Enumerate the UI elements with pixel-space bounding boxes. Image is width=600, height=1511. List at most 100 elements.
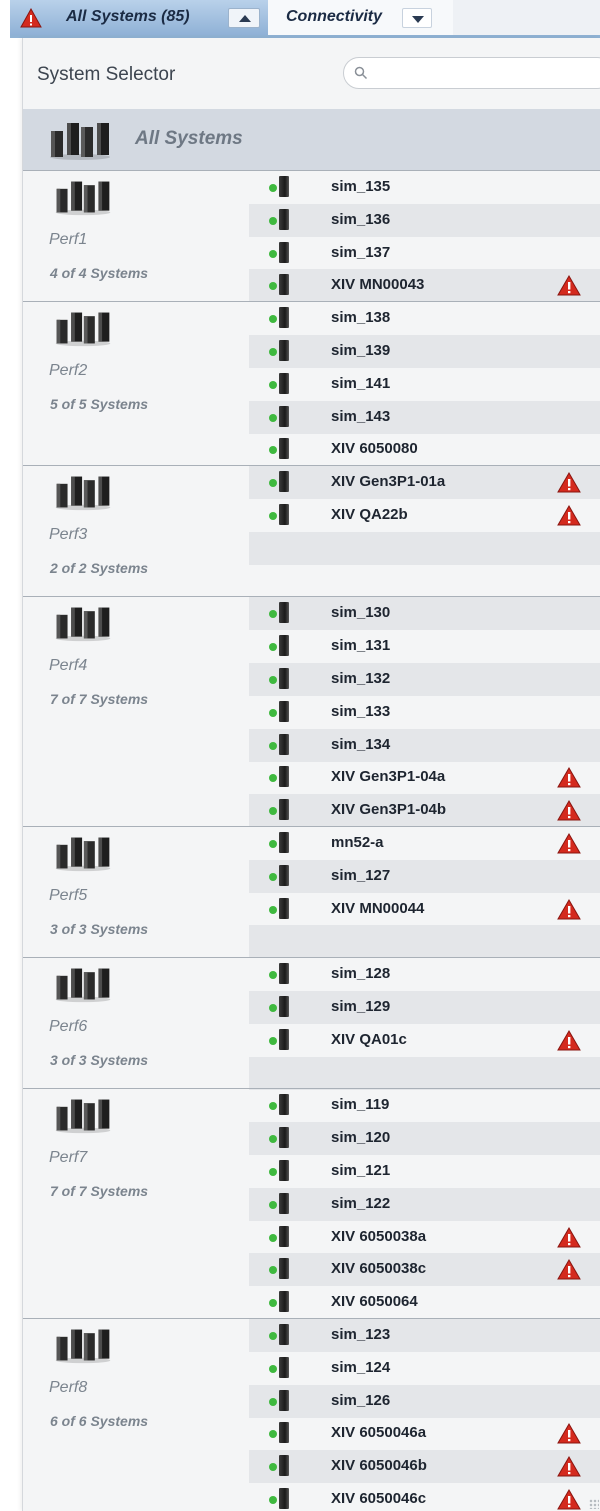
system-row[interactable]: XIV MN00044: [249, 893, 600, 926]
system-row[interactable]: XIV Gen3P1-04a: [249, 761, 600, 794]
system-row[interactable]: sim_138: [249, 302, 600, 335]
system-row[interactable]: sim_139: [249, 334, 600, 368]
system-name: sim_132: [331, 669, 391, 687]
search-input[interactable]: [343, 57, 600, 89]
system-name: mn52-a: [331, 833, 384, 851]
all-systems-row[interactable]: All Systems: [23, 109, 600, 170]
system-name: XIV 6050064: [331, 1293, 418, 1311]
system-row[interactable]: XIV 6050038a: [249, 1221, 600, 1254]
system-row[interactable]: sim_128: [249, 958, 600, 991]
server-cluster-icon: [53, 603, 113, 648]
system-row[interactable]: sim_141: [249, 368, 600, 401]
system-group[interactable]: Perf8 6 of 6 Systems sim_123 sim_124 sim_126…: [23, 1317, 600, 1511]
system-name: sim_143: [331, 407, 391, 425]
system-row[interactable]: sim_129: [249, 990, 600, 1024]
warning-icon: [557, 800, 581, 826]
search-icon: [354, 66, 368, 80]
system-row[interactable]: sim_133: [249, 696, 600, 729]
warning-icon: [557, 898, 581, 925]
system-group[interactable]: Perf1 4 of 4 Systems sim_135 sim_136 sim_137…: [23, 170, 600, 303]
system-group[interactable]: Perf2 5 of 5 Systems sim_138 sim_139 sim_141…: [23, 301, 600, 465]
system-row[interactable]: XIV 6050080: [249, 433, 600, 466]
status-online-icon: [269, 347, 277, 356]
warning-icon: [557, 275, 581, 301]
storage-system-icon: [279, 831, 289, 853]
status-online-icon: [269, 971, 277, 980]
system-row[interactable]: sim_119: [249, 1089, 600, 1122]
group-name: Perf7: [49, 1149, 88, 1167]
status-online-icon: [269, 1167, 277, 1176]
status-online-icon: [269, 1430, 277, 1439]
system-group[interactable]: Perf4 7 of 7 Systems sim_130 sim_131 sim_132…: [23, 596, 600, 828]
system-row[interactable]: XIV 6050046a: [249, 1417, 600, 1450]
system-row[interactable]: XIV 6050046c: [249, 1483, 600, 1511]
status-online-icon: [269, 1266, 277, 1275]
storage-system-icon: [279, 1127, 289, 1149]
system-row[interactable]: sim_132: [249, 662, 600, 696]
system-row[interactable]: sim_123: [249, 1318, 600, 1352]
system-group[interactable]: Perf6 3 of 3 Systems sim_128 sim_129 XIV QA0…: [23, 957, 600, 1090]
system-name: sim_138: [331, 309, 391, 327]
empty-row: [249, 531, 600, 565]
system-row[interactable]: XIV Gen3P1-01a: [249, 466, 600, 500]
system-row[interactable]: sim_127: [249, 859, 600, 893]
tab-connectivity[interactable]: Connectivity: [268, 0, 453, 35]
storage-system-icon: [279, 241, 289, 263]
system-group[interactable]: Perf7 7 of 7 Systems sim_119 sim_120 sim_121…: [23, 1088, 600, 1318]
server-cluster-icon: [53, 964, 113, 1009]
resize-grip-icon[interactable]: [589, 1499, 599, 1509]
system-row[interactable]: sim_143: [249, 400, 600, 434]
system-row[interactable]: XIV 6050064: [249, 1286, 600, 1319]
storage-system-icon: [279, 372, 289, 394]
warning-icon: [557, 1456, 581, 1482]
warning-icon: [557, 1423, 581, 1449]
storage-system-icon: [279, 667, 289, 689]
system-row[interactable]: sim_130: [249, 597, 600, 631]
empty-row: [249, 1056, 600, 1090]
system-row[interactable]: sim_136: [249, 203, 600, 237]
storage-system-icon: [279, 1291, 289, 1313]
status-online-icon: [269, 1135, 277, 1144]
tab-all-systems[interactable]: All Systems (85): [10, 0, 269, 35]
system-name: sim_124: [331, 1358, 391, 1376]
storage-system-icon: [279, 1192, 289, 1214]
chevron-down-icon[interactable]: [402, 8, 432, 28]
system-row[interactable]: XIV 6050046b: [249, 1450, 600, 1484]
system-row[interactable]: XIV QA22b: [249, 499, 600, 532]
system-row[interactable]: XIV QA01c: [249, 1024, 600, 1057]
status-online-icon: [269, 1397, 277, 1406]
system-row[interactable]: sim_120: [249, 1122, 600, 1156]
system-row[interactable]: sim_135: [249, 171, 600, 204]
system-row[interactable]: sim_134: [249, 728, 600, 762]
system-row[interactable]: mn52-a: [249, 827, 600, 860]
status-online-icon: [269, 1200, 277, 1209]
system-name: sim_130: [331, 604, 391, 622]
status-online-icon: [269, 872, 277, 881]
storage-system-icon: [279, 602, 289, 624]
status-online-icon: [269, 1364, 277, 1373]
chevron-up-icon[interactable]: [228, 8, 260, 28]
system-row[interactable]: sim_137: [249, 237, 600, 270]
warning-icon: [557, 1488, 581, 1511]
server-cluster-icon: [53, 1095, 113, 1140]
group-count: 5 of 5 Systems: [50, 396, 149, 413]
system-row[interactable]: sim_131: [249, 630, 600, 663]
system-row[interactable]: sim_124: [249, 1352, 600, 1385]
system-row[interactable]: XIV 6050038c: [249, 1253, 600, 1287]
status-online-icon: [269, 1299, 277, 1308]
system-row[interactable]: XIV Gen3P1-04b: [249, 794, 600, 828]
status-online-icon: [269, 708, 277, 717]
system-group[interactable]: Perf3 2 of 2 Systems XIV Gen3P1-01a XIV QA2…: [23, 465, 600, 596]
system-row[interactable]: sim_121: [249, 1155, 600, 1188]
system-name: XIV 6050038c: [331, 1260, 427, 1278]
system-row[interactable]: sim_122: [249, 1187, 600, 1221]
group-name: Perf4: [49, 657, 88, 675]
system-row[interactable]: sim_126: [249, 1384, 600, 1418]
empty-row: [249, 565, 600, 598]
system-row[interactable]: XIV MN00043: [249, 269, 600, 303]
server-cluster-icon: [47, 119, 113, 166]
status-online-icon: [269, 675, 277, 684]
system-group[interactable]: Perf5 3 of 3 Systems mn52-a sim_127 XIV MN00…: [23, 825, 600, 959]
warning-icon: [557, 472, 581, 498]
status-online-icon: [269, 1463, 277, 1472]
